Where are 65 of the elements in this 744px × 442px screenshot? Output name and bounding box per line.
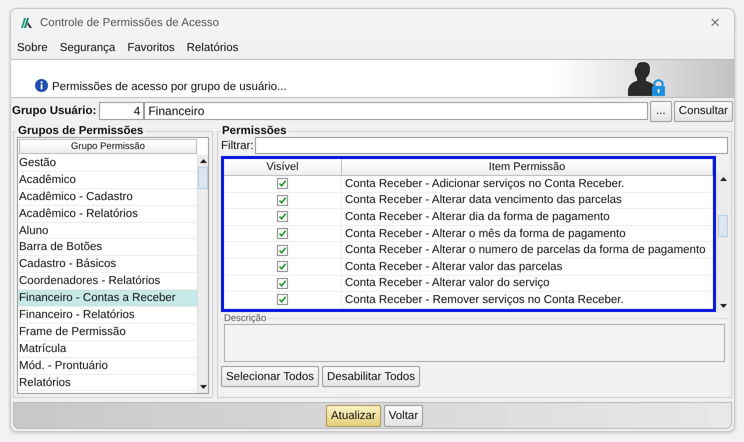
list-item[interactable]: Aluno [18,222,197,240]
table-cell-text: Conta Receber - Adicionar serviços no Conta Receber. [344,176,626,192]
list-item[interactable]: Acadêmico - Relatórios [18,206,197,223]
description-field[interactable] [224,324,725,362]
scroll-up-icon[interactable] [200,159,206,163]
menu-item[interactable]: Relatórios [186,42,238,54]
checkbox[interactable] [277,294,288,306]
menu-item[interactable]: Sobre [17,42,48,54]
user-lock-icon [628,62,666,96]
scroll-thumb[interactable] [718,215,728,237]
table-cell-text: Conta Receber - Remover serviços no Conta Receber. [344,292,625,308]
info-icon [35,79,48,92]
list-item[interactable]: Matrícula [18,340,197,358]
list-item[interactable]: Cadastro - Básicos [18,256,197,274]
browse-button[interactable]: ... [650,100,672,122]
table-cell-text: Conta Receber - Alterar o numero de parcelas da forma de pagamento [344,243,707,258]
menu-item[interactable]: Segurança [60,42,116,54]
column-header: Visível [224,159,342,176]
table-cell-text: Conta Receber - Alterar valor das parcelas [344,260,564,275]
filter-label: Filtrar: [221,140,254,152]
checkbox[interactable] [277,244,288,256]
scrollbar[interactable] [717,173,728,312]
scroll-up-icon[interactable] [720,177,726,181]
search-button[interactable]: Consultar [674,100,733,122]
action-button[interactable]: Selecionar Todos [221,366,320,387]
update-button[interactable]: Atualizar [326,404,381,426]
action-button[interactable]: Desabilitar Todos [322,366,420,387]
list-item[interactable]: Mód. - Prontuário [18,358,197,375]
checkbox[interactable] [277,228,288,240]
panel-title: Grupos de Permissões [17,125,144,137]
checkbox[interactable] [277,211,288,222]
panel-title: Permissões [221,125,288,137]
scroll-down-icon[interactable] [720,304,726,308]
close-button[interactable]: × [706,12,724,32]
checkbox[interactable] [277,194,288,206]
column-header: Grupo Permissão [19,139,197,154]
scroll-thumb[interactable] [198,167,208,189]
table-cell-text: Conta Receber - Alterar dia da forma de pagamento [344,210,611,225]
list-item[interactable]: Relatórios [18,374,197,392]
list-item[interactable]: Frame de Permissão [18,324,197,341]
app-logo-icon [21,18,32,28]
group-name-field[interactable]: Financeiro [144,102,648,120]
list-item[interactable]: Financeiro - Relatórios [18,307,197,324]
list-item[interactable]: Acadêmico - Cadastro [18,188,197,206]
table-cell-text: Conta Receber - Alterar o mês da forma de pagamento [344,226,627,242]
table-cell-text: Conta Receber - Alterar data vencimento das parcelas [344,193,623,208]
code-field[interactable]: 4 [99,102,144,120]
scrollbar[interactable] [197,155,208,393]
table-cell-text: Conta Receber - Alterar valor do serviço [344,276,551,292]
checkbox[interactable] [277,278,288,289]
list-item[interactable]: Barra de Botões [18,239,197,256]
back-button[interactable]: Voltar [384,404,424,426]
filter-field[interactable] [254,137,728,154]
field-label: Descrição [223,313,268,324]
column-header: Item Permissão [342,159,713,176]
checkbox[interactable] [277,178,288,190]
menu-item[interactable]: Favoritos [127,42,175,54]
checkbox[interactable] [277,261,288,272]
scroll-down-icon[interactable] [200,385,206,389]
window-title: Controle de Permissões de Acesso [40,16,220,28]
list-item[interactable]: Financeiro - Contas a Receber [18,290,197,308]
list-item[interactable]: Acadêmico [18,172,197,189]
field-label: Grupo Usuário: [12,105,98,117]
banner-text: Permissões de acesso por grupo de usuário... [52,81,288,93]
list-item[interactable]: Gestão [18,155,197,172]
